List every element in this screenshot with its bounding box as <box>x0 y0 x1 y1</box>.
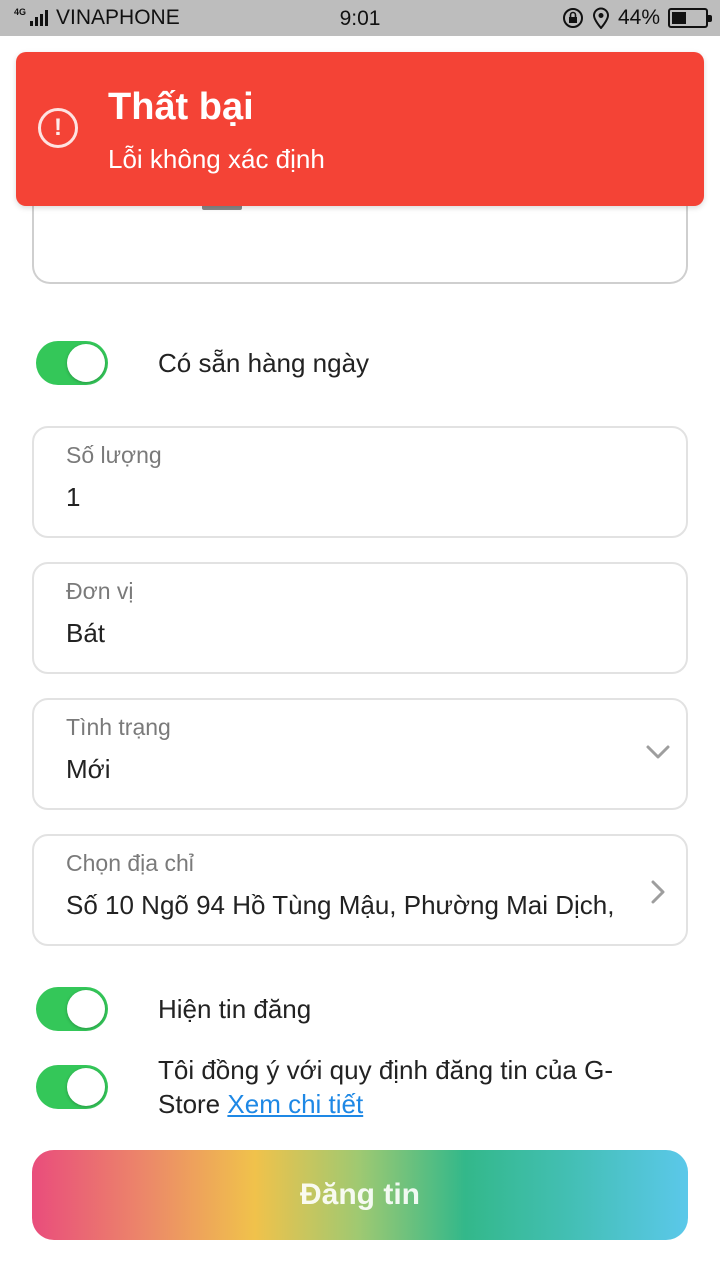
unit-field[interactable]: Đơn vị Bát <box>32 562 688 674</box>
address-value: Số 10 Ngõ 94 Hồ Tùng Mậu, Phường Mai Dịc… <box>66 890 615 920</box>
switch-knob <box>67 990 105 1028</box>
terms-detail-link[interactable]: Xem chi tiết <box>227 1089 363 1119</box>
switch-knob <box>67 1068 105 1106</box>
daily-available-label: Có sẵn hàng ngày <box>158 348 370 378</box>
switch-knob <box>67 344 105 382</box>
agree-terms-switch[interactable] <box>36 1065 108 1109</box>
battery-icon <box>668 8 712 28</box>
address-label: Chọn địa chỉ <box>66 850 194 876</box>
show-post-switch[interactable] <box>36 987 108 1031</box>
chevron-right-icon <box>651 880 665 904</box>
post-button-label: Đăng tin <box>300 1178 420 1211</box>
condition-label: Tình trạng <box>66 714 171 740</box>
daily-available-switch[interactable] <box>36 341 108 385</box>
show-post-label: Hiện tin đăng <box>158 994 312 1024</box>
battery-fill <box>672 12 687 24</box>
agree-terms-row: Tôi đồng ý với quy định đăng tin của G-S… <box>36 1055 613 1119</box>
battery-percent: 44% <box>617 6 660 29</box>
condition-value: Mới <box>66 754 111 784</box>
status-bar: 4G VINAPHONE 9:01 44% <box>0 0 720 36</box>
quantity-field[interactable]: Số lượng 1 <box>32 426 688 538</box>
unit-value[interactable]: Bát <box>66 618 646 649</box>
show-post-row: Hiện tin đăng <box>36 987 311 1031</box>
quantity-value[interactable]: 1 <box>66 482 646 513</box>
error-toast[interactable]: ! Thất bại Lỗi không xác định <box>16 52 704 206</box>
toast-title: Thất bại <box>108 86 254 128</box>
unit-label: Đơn vị <box>66 578 134 604</box>
location-icon <box>592 7 609 29</box>
quantity-label: Số lượng <box>66 442 162 468</box>
condition-select[interactable]: Tình trạng Mới <box>32 698 688 810</box>
agree-terms-label: Tôi đồng ý với quy định đăng tin của G-S… <box>158 1053 658 1121</box>
daily-available-row: Có sẵn hàng ngày <box>36 341 369 385</box>
rotation-lock-icon <box>562 8 583 28</box>
alert-circle-icon: ! <box>38 108 78 148</box>
post-button[interactable]: Đăng tin <box>32 1150 688 1240</box>
address-selector[interactable]: Chọn địa chỉ Số 10 Ngõ 94 Hồ Tùng Mậu, P… <box>32 834 688 946</box>
toast-message: Lỗi không xác định <box>108 144 325 174</box>
chevron-down-icon <box>646 745 670 759</box>
status-right: 44% <box>562 6 712 30</box>
